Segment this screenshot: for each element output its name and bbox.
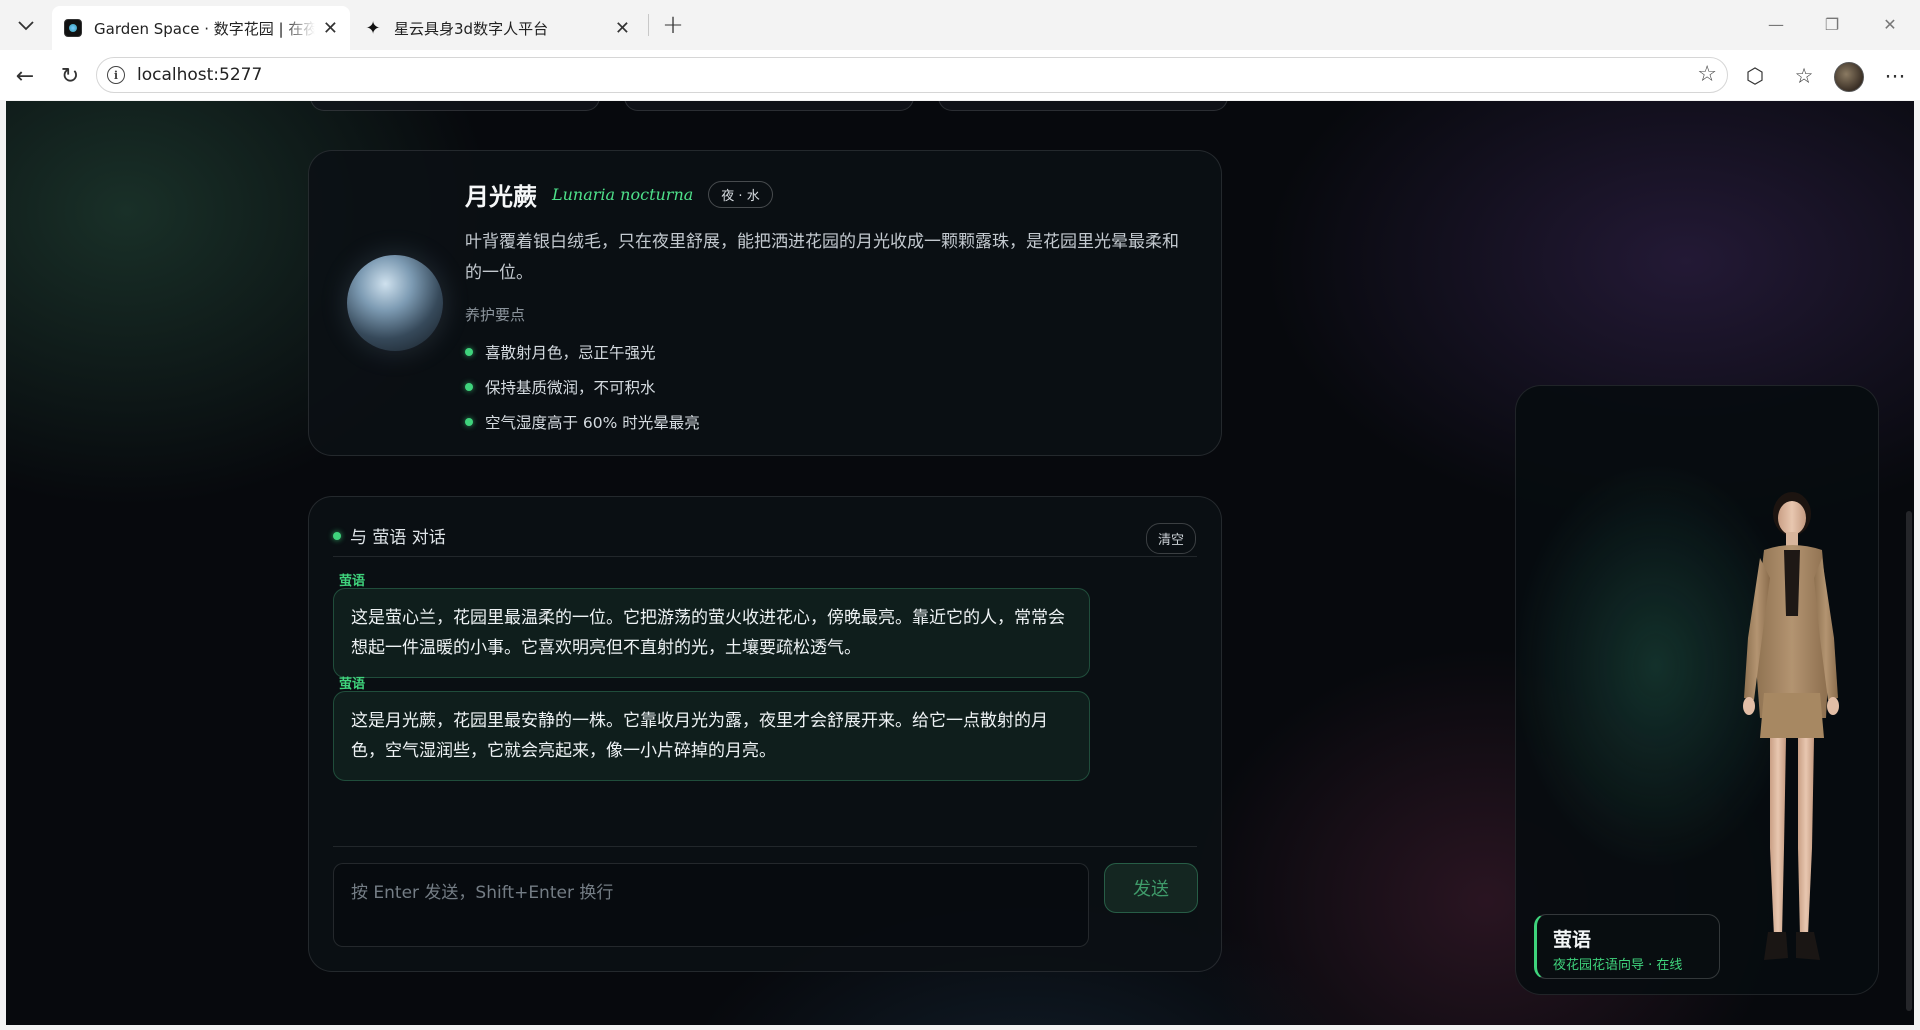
plant-card-stub	[624, 101, 914, 111]
digital-human-panel: 萤语 夜花园花语向导 · 在线	[1515, 385, 1879, 995]
close-window-icon[interactable]: ✕	[1870, 10, 1910, 38]
chat-message-input[interactable]	[333, 863, 1089, 947]
page-viewport: 月光蕨 Lunaria nocturna 夜 · 水 叶背覆着银白绒毛，只在夜里…	[6, 101, 1914, 1025]
chat-title: 与 萤语 对话	[350, 528, 446, 548]
more-menu-icon[interactable]: ⋯	[1879, 60, 1911, 92]
minimize-icon[interactable]: —	[1756, 10, 1796, 38]
plant-tag-badge: 夜 · 水	[708, 181, 773, 208]
plant-detail-card: 月光蕨 Lunaria nocturna 夜 · 水 叶背覆着银白绒毛，只在夜里…	[308, 150, 1222, 456]
plant-card-stub	[310, 101, 600, 111]
tab-list-chevron-icon[interactable]	[10, 10, 42, 42]
tab-separator	[648, 14, 649, 36]
address-url[interactable]: localhost:5277	[137, 65, 262, 85]
platform-favicon-icon: ✦	[365, 17, 381, 39]
care-item-text: 保持基质微润，不可积水	[485, 378, 656, 397]
tab-garden-space[interactable]: Garden Space · 数字花园 | 在夜色里 ✕	[52, 6, 350, 50]
address-bar[interactable]: i localhost:5277 ☆	[96, 57, 1728, 93]
care-item: 喜散射月色，忌正午强光	[465, 334, 700, 369]
care-item-text: 喜散射月色，忌正午强光	[485, 343, 656, 362]
tab-title: Garden Space · 数字花园 | 在夜色里	[94, 19, 315, 38]
care-list: 喜散射月色，忌正午强光 保持基质微润，不可积水 空气湿度高于 60% 时光晕最亮	[465, 334, 700, 439]
assistant-name-card: 萤语 夜花园花语向导 · 在线	[1534, 914, 1720, 979]
site-info-icon[interactable]: i	[107, 66, 125, 84]
assistant-status: 夜花园花语向导 · 在线	[1553, 958, 1683, 973]
plant-card-stub	[938, 101, 1228, 111]
chat-message-bubble: 这是萤心兰，花园里最温柔的一位。它把游荡的萤火收进花心，傍晚最亮。靠近它的人，常…	[333, 588, 1090, 678]
plant-name: 月光蕨	[465, 183, 537, 211]
chat-message-bubble: 这是月光蕨，花园里最安静的一株。它靠收月光为露，夜里才会舒展开来。给它一点散射的…	[333, 691, 1090, 781]
browser-toolbar: ← ↻ i localhost:5277 ☆ ⬡ ☆ ⋯	[0, 50, 1920, 100]
plant-latin-name: Lunaria nocturna	[552, 185, 694, 204]
care-item-text: 空气湿度高于 60% 时光晕最亮	[485, 413, 700, 432]
care-item: 保持基质微润，不可积水	[465, 369, 700, 404]
new-tab-plus-icon[interactable]: +	[658, 10, 688, 40]
scrollbar-thumb[interactable]	[1906, 511, 1912, 1011]
tab-title: 星云具身3d数字人平台	[394, 19, 549, 38]
browser-tab-bar: Garden Space · 数字花园 | 在夜色里 ✕ ✦ 星云具身3d数字人…	[0, 0, 1920, 50]
plant-description: 叶背覆着银白绒毛，只在夜里舒展，能把洒进花园的月光收成一颗颗露珠，是花园里光晕最…	[465, 232, 1179, 283]
digital-human-figure	[1743, 492, 1839, 960]
close-tab-icon[interactable]: ✕	[323, 18, 338, 39]
chat-header-divider	[333, 556, 1197, 557]
extensions-puzzle-icon[interactable]: ⬡	[1739, 60, 1771, 92]
care-section-title: 养护要点	[465, 306, 526, 324]
bullet-dot-icon	[465, 382, 473, 391]
tab-xingyun-platform[interactable]: ✦ 星云具身3d数字人平台 ✕	[352, 6, 642, 50]
assistant-name: 萤语	[1553, 929, 1592, 951]
chat-input-divider	[333, 846, 1197, 847]
send-button[interactable]: 发送	[1104, 863, 1198, 913]
garden-favicon-icon	[64, 19, 82, 37]
close-tab-icon[interactable]: ✕	[615, 18, 630, 39]
page-scrollbar[interactable]	[1904, 101, 1914, 1025]
message-sender: 萤语	[339, 677, 366, 692]
bullet-dot-icon	[465, 347, 473, 356]
bullet-dot-icon	[465, 417, 473, 426]
care-item: 空气湿度高于 60% 时光晕最亮	[465, 404, 700, 439]
back-arrow-icon[interactable]: ←	[9, 60, 41, 92]
profile-avatar[interactable]	[1834, 62, 1864, 92]
plant-header: 月光蕨 Lunaria nocturna 夜 · 水	[465, 177, 773, 212]
clear-chat-button[interactable]: 清空	[1145, 523, 1196, 554]
restore-icon[interactable]: ❐	[1812, 10, 1852, 38]
favorites-list-icon[interactable]: ☆	[1788, 60, 1820, 92]
online-dot-icon	[333, 531, 341, 540]
reload-icon[interactable]: ↻	[54, 60, 86, 92]
favorite-star-icon[interactable]: ☆	[1697, 62, 1717, 87]
chat-panel: 与 萤语 对话 清空 萤语 这是萤心兰，花园里最温柔的一位。它把游荡的萤火收进花…	[308, 496, 1222, 972]
chat-header: 与 萤语 对话	[333, 523, 446, 548]
plant-orb-image	[347, 255, 443, 351]
message-sender: 萤语	[339, 574, 366, 589]
